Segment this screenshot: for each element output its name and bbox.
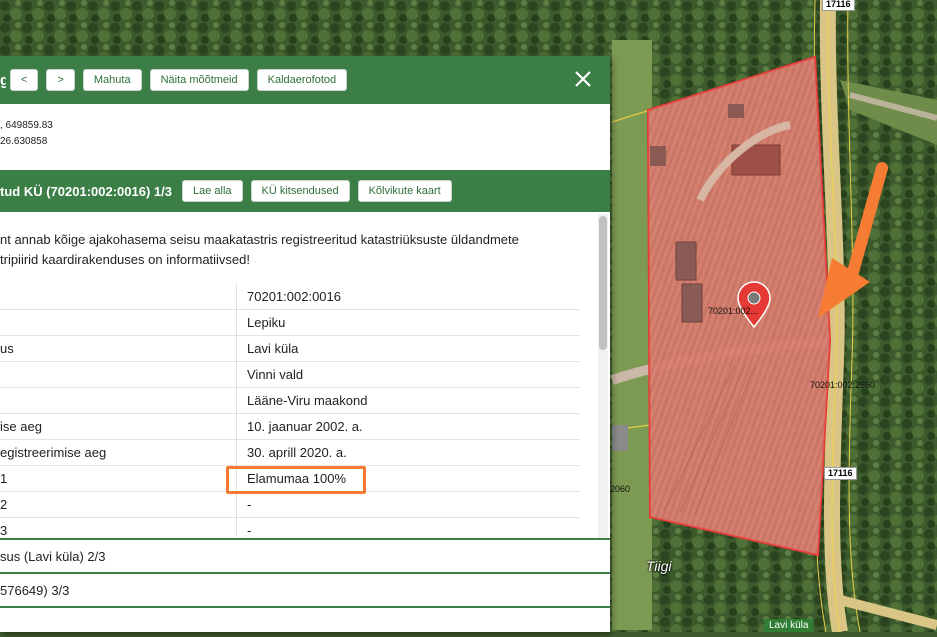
intro-line: nt annab kõige ajakohasema seisu maakata… xyxy=(0,232,519,247)
attr-key: ise aeg xyxy=(0,413,237,440)
info-panel: g < > Mahuta Näita mõõtmeid Kaldaerofoto… xyxy=(0,56,610,632)
intro-text: nt annab kõige ajakohasema seisu maakata… xyxy=(0,230,580,270)
attr-key xyxy=(0,309,237,336)
attr-key: egistreerimise aeg xyxy=(0,439,237,466)
attr-value: 70201:002:0016 xyxy=(236,284,580,310)
table-row: Lepiku xyxy=(0,309,580,336)
table-row: Vinni vald xyxy=(0,361,580,388)
table-row: egistreerimise aeg 30. aprill 2020. a. xyxy=(0,439,580,466)
coordinates: , 649859.83 26.630858 xyxy=(0,118,53,150)
parcel-label-west: 2060 xyxy=(610,484,631,494)
coordinates-line: , 649859.83 xyxy=(0,120,53,131)
attr-value: - xyxy=(236,491,580,518)
table-row: 3- xyxy=(0,517,580,536)
attr-key: 1 xyxy=(0,465,237,492)
collapsed-section-label: sus (Lavi küla) 2/3 xyxy=(0,548,106,564)
highlight-annotation xyxy=(226,466,366,494)
collapsed-section-2[interactable]: sus (Lavi küla) 2/3 xyxy=(0,538,610,572)
parcel-section-title: tud KÜ (70201:002:0016) 1/3 xyxy=(0,183,172,199)
attr-value: 30. aprill 2020. a. xyxy=(236,439,580,466)
prev-button[interactable]: < xyxy=(10,69,39,91)
road-number-badge: 17116 xyxy=(824,467,857,480)
parcel-label-east: 70201:002:2660 xyxy=(810,380,876,390)
soil-map-button[interactable]: Kõlvikute kaart xyxy=(357,180,452,202)
attr-value: Lavi küla xyxy=(236,335,580,362)
download-button[interactable]: Lae alla xyxy=(181,180,243,202)
parcel-section-header[interactable]: tud KÜ (70201:002:0016) 1/3 Lae alla KÜ … xyxy=(0,170,610,212)
road-number-badge: 17116 xyxy=(822,0,855,11)
attr-value: Vinni vald xyxy=(236,361,580,388)
scrollbar-thumb[interactable] xyxy=(599,216,607,350)
attr-key: 3 xyxy=(0,517,237,536)
collapsed-section-3[interactable]: 576649) 3/3 xyxy=(0,572,610,608)
next-button[interactable]: > xyxy=(46,69,75,91)
attr-key xyxy=(0,387,237,414)
close-icon[interactable] xyxy=(570,66,596,92)
panel-title: g xyxy=(0,71,6,89)
attr-key: us xyxy=(0,335,237,362)
table-row: Lääne-Viru maakond xyxy=(0,387,580,414)
oblique-photos-button[interactable]: Kaldaerofotod xyxy=(256,69,348,91)
table-row: 2- xyxy=(0,491,580,518)
intro-line: tripiirid kaardirakenduses on informatii… xyxy=(0,252,251,267)
attr-key xyxy=(0,284,237,310)
coordinates-line: 26.630858 xyxy=(0,136,48,147)
attr-value: Lääne-Viru maakond xyxy=(236,387,580,414)
attr-value: - xyxy=(236,517,580,536)
village-label: Lavi küla xyxy=(764,619,814,632)
street-label: Tiigi xyxy=(646,558,672,574)
attr-key xyxy=(0,361,237,388)
collapsed-section-label: 576649) 3/3 xyxy=(0,582,70,598)
attr-value: 10. jaanuar 2002. a. xyxy=(236,413,580,440)
table-row: ise aeg 10. jaanuar 2002. a. xyxy=(0,413,580,440)
table-row: 70201:002:0016 xyxy=(0,284,580,310)
attr-key: 2 xyxy=(0,491,237,518)
scrollbar[interactable] xyxy=(598,214,608,538)
table-row: us Lavi küla xyxy=(0,335,580,362)
show-dimensions-button[interactable]: Näita mõõtmeid xyxy=(149,69,249,91)
restrictions-button[interactable]: KÜ kitsendused xyxy=(250,180,350,202)
attributes-table: 70201:002:0016 Lepiku us Lavi küla Vinni … xyxy=(0,284,580,536)
attr-value: Lepiku xyxy=(236,309,580,336)
parcel-label: 70201:002... xyxy=(708,306,759,316)
fit-button[interactable]: Mahuta xyxy=(82,69,142,91)
panel-header: g < > Mahuta Näita mõõtmeid Kaldaerofoto… xyxy=(0,56,610,104)
